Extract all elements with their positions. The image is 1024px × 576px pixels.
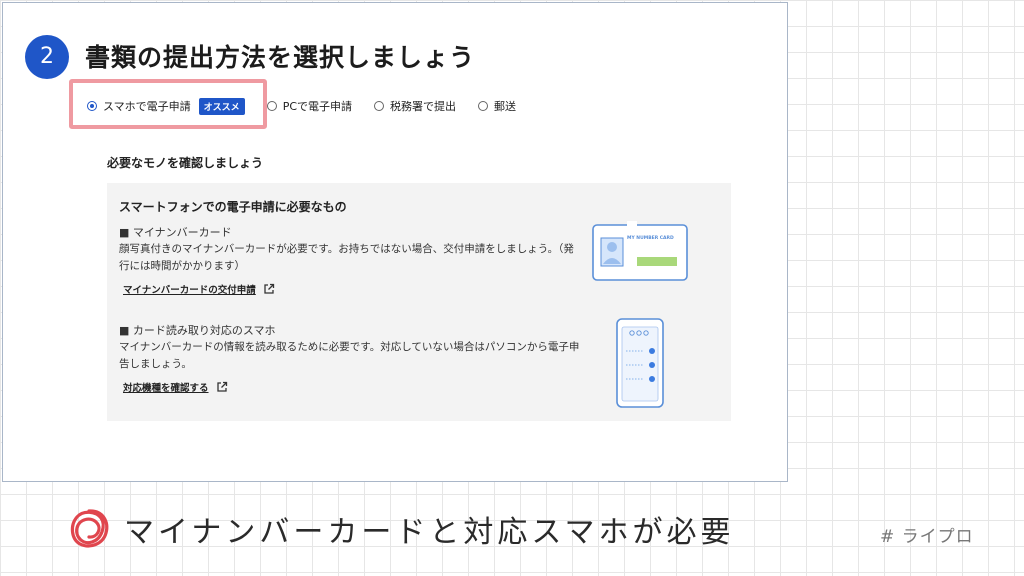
step-number-badge: 2 [25,35,69,79]
option-label: 郵送 [494,100,517,113]
option-pc-e-filing[interactable]: PCで電子申請 [266,98,353,114]
link-label: マイナンバーカードの交付申請 [123,285,256,296]
option-mail[interactable]: 郵送 [478,98,516,114]
requirements-heading: 必要なモノを確認しましょう [107,156,264,170]
requirement-desc-mynumber-card: 顔写真付きのマイナンバーカードが必要です。お持ちではない場合、交付申請をしましょ… [119,243,574,272]
caption: マイナンバーカードと対応スマホが必要 [66,504,735,554]
red-scribble-circle-icon [70,509,109,548]
smartphone-illustration [616,318,664,408]
compatible-devices-link[interactable]: 対応機種を確認する [123,380,228,394]
requirement-title-nfc-phone: ■ カード読み取り対応のスマホ [119,324,276,337]
option-label: スマホで電子申請 [103,100,191,113]
external-link-icon [216,381,227,392]
mynumber-application-link[interactable]: マイナンバーカードの交付申請 [123,282,275,296]
card-label: MY NUMBER CARD [627,235,674,241]
requirements-box: スマートフォンでの電子申請に必要なもの ■ マイナンバーカード 顔写真付きのマイ… [107,183,731,421]
external-link-icon [264,283,274,294]
radio-button-selected[interactable] [87,101,97,111]
option-smartphone-e-filing[interactable]: スマホで電子申請 オススメ [87,97,245,115]
link-label: 対応機種を確認する [123,383,209,394]
radio-button[interactable] [478,101,489,111]
submission-method-radio-group: スマホで電子申請 オススメ PCで電子申請 税務署で提出 郵送 [87,96,538,116]
radio-button[interactable] [374,101,385,111]
option-label: 税務署で提出 [390,100,457,113]
mynumber-card-illustration: MY NUMBER CARD [592,221,688,281]
requirements-box-title: スマートフォンでの電子申請に必要なもの [119,200,347,214]
option-label: PCで電子申請 [282,100,353,113]
requirement-title-mynumber-card: ■ マイナンバーカード [119,226,232,239]
caption-text: マイナンバーカードと対応スマホが必要 [124,515,735,550]
step-title: 書類の提出方法を選択しましょう [85,43,476,72]
recommended-badge: オススメ [198,97,245,115]
filing-method-panel: 2 書類の提出方法を選択しましょう スマホで電子申請 オススメ PCで電子申請 … [2,2,788,482]
requirement-desc-nfc-phone: マイナンバーカードの情報を読み取るために必要です。対応していない場合はパソコンか… [119,341,580,370]
radio-button[interactable] [266,101,277,111]
option-tax-office[interactable]: 税務署で提出 [374,98,456,114]
hashtag-label: # ライプロ [880,527,974,547]
